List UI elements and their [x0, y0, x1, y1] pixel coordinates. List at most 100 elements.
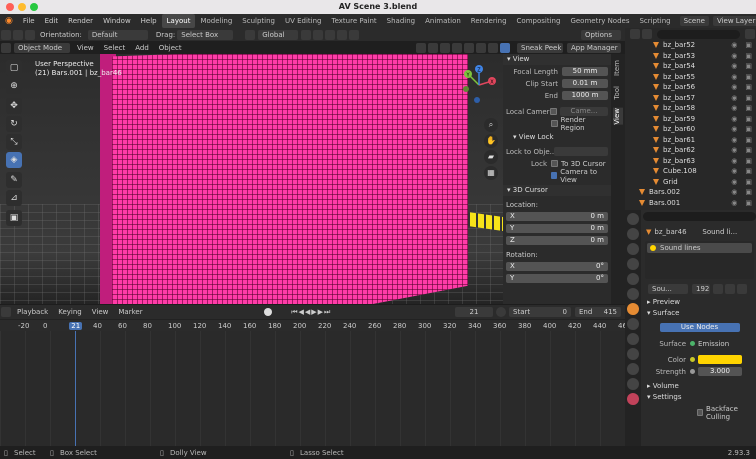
- falloff-icon[interactable]: [349, 29, 360, 40]
- orientation-dropdown[interactable]: Default: [87, 29, 148, 40]
- proportional-edit-icon[interactable]: [337, 29, 348, 40]
- lock-object-field[interactable]: [554, 147, 608, 156]
- pivot-point-icon[interactable]: [301, 29, 312, 40]
- menu-keying[interactable]: Keying: [53, 305, 87, 319]
- outliner-row[interactable]: bz_bar58 ◉ ▣: [631, 103, 756, 114]
- gizmo-toggle-icon[interactable]: [428, 42, 438, 53]
- camera-to-view-checkbox[interactable]: [551, 172, 558, 179]
- eye-icon[interactable]: ◉: [731, 136, 737, 144]
- move-tool-icon[interactable]: ✥: [6, 98, 22, 114]
- gizmo-neg-z[interactable]: [474, 97, 480, 103]
- view-layer-selector[interactable]: View Layer: [712, 16, 756, 26]
- use-nodes-button[interactable]: Use Nodes: [659, 323, 740, 332]
- camera-icon[interactable]: ▣: [745, 178, 752, 186]
- tab-rendering[interactable]: Rendering: [466, 14, 512, 28]
- options-dropdown[interactable]: Options: [581, 29, 621, 40]
- camera-icon[interactable]: ▣: [745, 115, 752, 123]
- tab-texture-paint[interactable]: Texture Paint: [327, 14, 382, 28]
- world-tab-icon[interactable]: [627, 288, 639, 300]
- camera-icon[interactable]: ▣: [745, 199, 752, 207]
- timeline-area[interactable]: [0, 331, 625, 446]
- outliner-row[interactable]: bz_bar62 ◉ ▣: [631, 145, 756, 156]
- playback-controls-icon[interactable]: ⏮◀◀▶▶⏭: [286, 305, 336, 319]
- scene-selector[interactable]: Scene: [679, 16, 709, 26]
- filter-icon[interactable]: [745, 29, 755, 39]
- solid-shading-icon[interactable]: [476, 42, 486, 53]
- drag-dropdown[interactable]: Select Box: [177, 29, 234, 40]
- start-frame-field[interactable]: Start 0: [509, 307, 571, 317]
- scale-tool-icon[interactable]: ⤡: [6, 134, 22, 150]
- local-camera-checkbox[interactable]: [550, 108, 557, 115]
- camera-icon[interactable]: ▣: [745, 125, 752, 133]
- view-section-header[interactable]: ▾ View: [503, 54, 611, 65]
- clip-start-field[interactable]: 0.01 m: [562, 79, 608, 88]
- object-tab-icon[interactable]: [627, 303, 639, 315]
- material-slot-item[interactable]: Sound lines: [647, 243, 752, 253]
- camera-icon[interactable]: ▣: [745, 41, 752, 49]
- snap-icon[interactable]: [313, 29, 324, 40]
- camera-icon[interactable]: ▣: [745, 94, 752, 102]
- material-tab-icon[interactable]: [627, 393, 639, 405]
- volume-section[interactable]: ▸ Volume: [643, 381, 756, 392]
- tab-compositing[interactable]: Compositing: [512, 14, 566, 28]
- wireframe-shading-icon[interactable]: [464, 42, 474, 53]
- camera-icon[interactable]: ▣: [745, 73, 752, 81]
- outliner-row[interactable]: bz_bar54 ◉ ▣: [631, 61, 756, 72]
- outliner-row[interactable]: bz_bar63 ◉ ▣: [631, 156, 756, 167]
- menu-view[interactable]: View: [72, 41, 99, 55]
- eye-icon[interactable]: ◉: [731, 41, 737, 49]
- tab-geometry-nodes[interactable]: Geometry Nodes: [565, 14, 634, 28]
- outliner-row[interactable]: Grid ◉ ▣: [631, 177, 756, 188]
- render-region-checkbox[interactable]: [551, 120, 558, 127]
- minimize-window-button[interactable]: [18, 3, 26, 11]
- eye-icon[interactable]: ◉: [731, 83, 737, 91]
- outliner-row[interactable]: bz_bar56 ◉ ▣: [631, 82, 756, 93]
- rot-y-field[interactable]: Y 0°: [506, 274, 608, 283]
- strength-field[interactable]: 3.000: [698, 367, 742, 376]
- tab-tool[interactable]: Tool: [613, 86, 623, 100]
- fake-user-icon[interactable]: [713, 283, 723, 294]
- eye-icon[interactable]: ◉: [731, 115, 737, 123]
- overlay-icon[interactable]: [440, 42, 450, 53]
- unlink-material-icon[interactable]: [737, 283, 747, 294]
- select-box-tool-icon[interactable]: ▢: [6, 60, 22, 76]
- outliner-row[interactable]: bz_bar57 ◉ ▣: [631, 93, 756, 104]
- tab-uv-editing[interactable]: UV Editing: [280, 14, 327, 28]
- outliner-row[interactable]: bz_bar52 ◉ ▣: [631, 40, 756, 51]
- app-manager-button[interactable]: App Manager: [567, 42, 621, 53]
- clip-end-field[interactable]: 1000 m: [562, 91, 608, 100]
- rendered-shading-icon[interactable]: [500, 42, 510, 53]
- tab-item[interactable]: Item: [613, 60, 623, 76]
- tab-shading[interactable]: Shading: [382, 14, 420, 28]
- menu-object[interactable]: Object: [154, 41, 187, 55]
- menu-edit[interactable]: Edit: [40, 14, 64, 28]
- props-search[interactable]: [643, 211, 756, 221]
- pan-hand-icon[interactable]: ✋: [484, 134, 498, 148]
- tab-layout[interactable]: Layout: [161, 14, 196, 28]
- eye-icon[interactable]: ◉: [731, 167, 737, 175]
- surface-shader-value[interactable]: Emission: [698, 340, 729, 348]
- 3d-cursor-header[interactable]: ▾ 3D Cursor: [503, 185, 611, 196]
- snap-target-icon[interactable]: [325, 29, 336, 40]
- tab-view[interactable]: View: [613, 108, 623, 125]
- backface-checkbox[interactable]: [697, 409, 704, 416]
- menu-marker[interactable]: Marker: [113, 305, 147, 319]
- to-3d-cursor-checkbox[interactable]: [551, 160, 558, 167]
- timeline-ruler[interactable]: -20 0 21 40 60 80 100 120 140 160 180 200 220 240 260 2…: [0, 319, 631, 331]
- outliner-row[interactable]: Bars.002 ◉ ▣: [631, 187, 756, 198]
- menu-timeline-view[interactable]: View: [87, 305, 114, 319]
- mode-dropdown[interactable]: Object Mode: [14, 42, 70, 53]
- eye-icon[interactable]: ◉: [731, 94, 737, 102]
- particles-tab-icon[interactable]: [627, 333, 639, 345]
- menu-select[interactable]: Select: [99, 41, 131, 55]
- menu-playback[interactable]: Playback: [12, 305, 53, 319]
- eye-icon[interactable]: ◉: [731, 125, 737, 133]
- eye-icon[interactable]: ◉: [731, 52, 737, 60]
- camera-icon[interactable]: ▣: [745, 157, 752, 165]
- transform-orientation-dropdown[interactable]: Global: [258, 29, 299, 40]
- eye-icon[interactable]: ◉: [731, 157, 737, 165]
- new-material-icon[interactable]: [725, 283, 735, 294]
- zoom-window-button[interactable]: [30, 3, 38, 11]
- modifier-tab-icon[interactable]: [627, 318, 639, 330]
- xray-icon[interactable]: [452, 42, 462, 53]
